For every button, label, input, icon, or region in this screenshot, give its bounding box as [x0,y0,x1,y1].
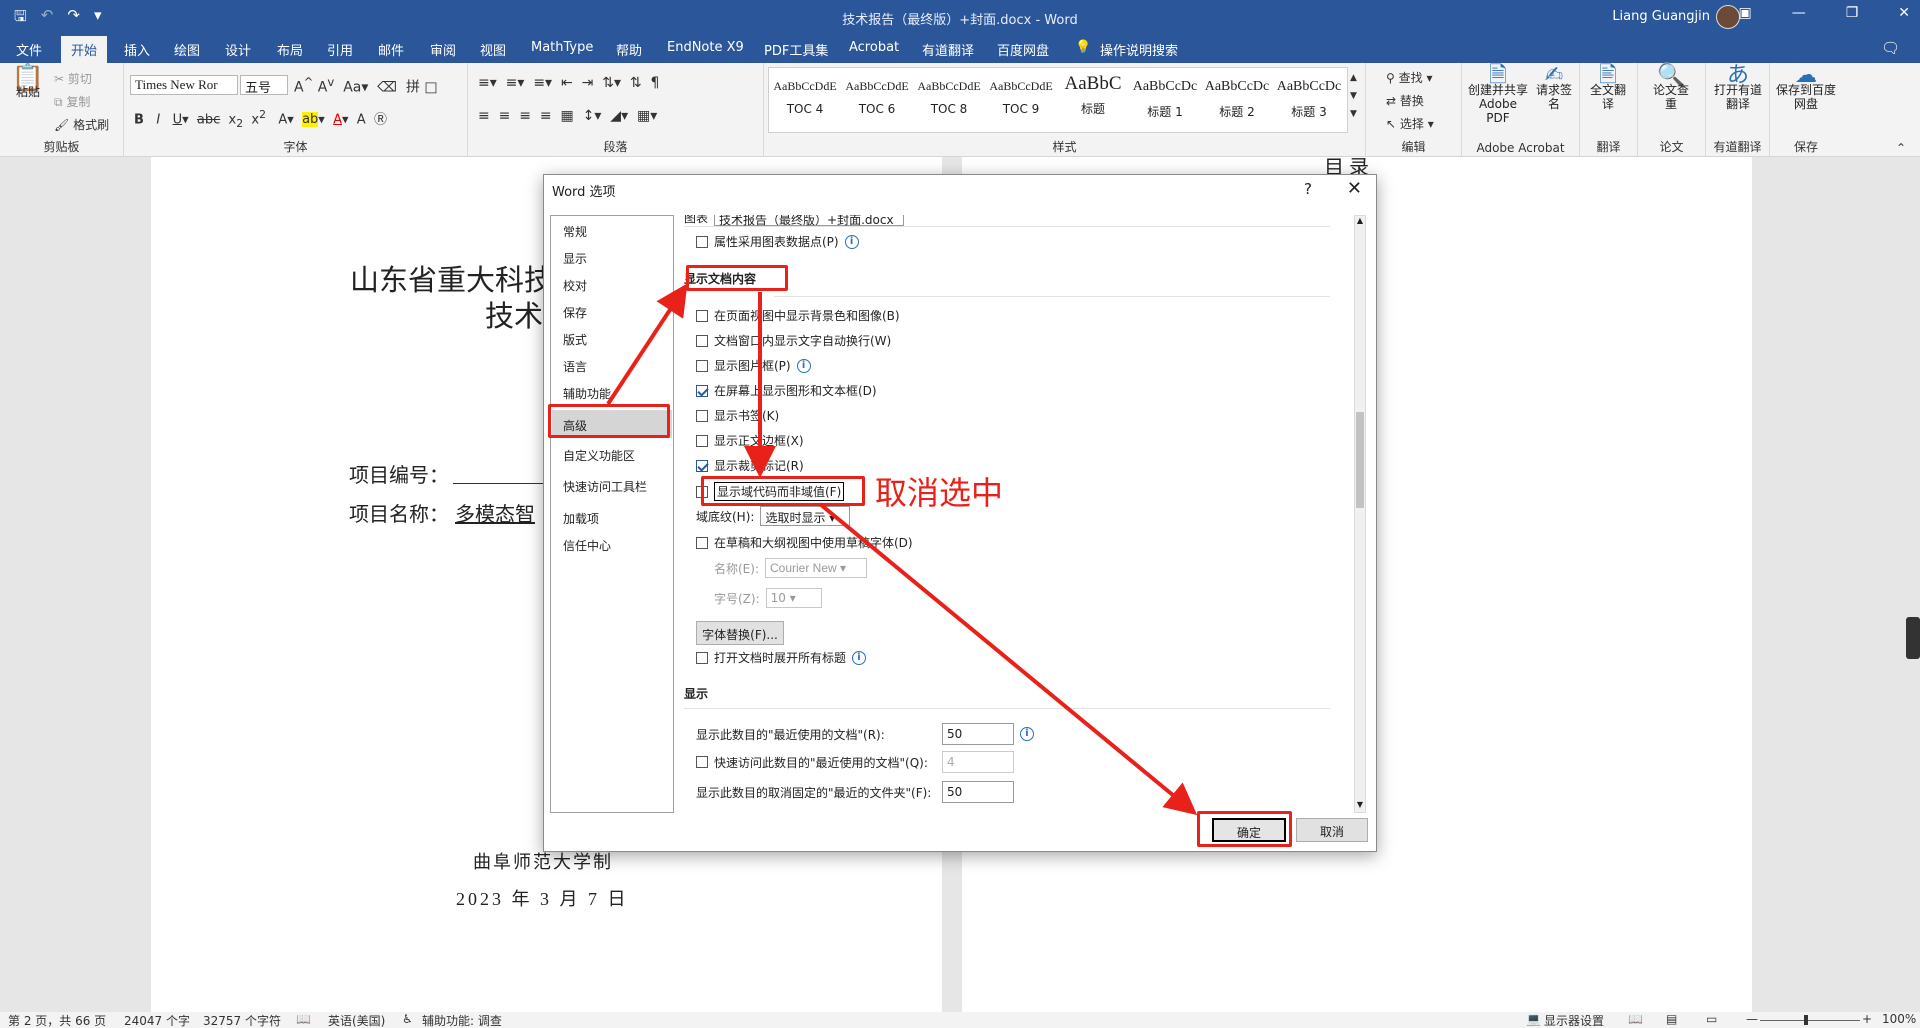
annotation-arrows [606,283,1198,816]
arrow-option-to-ok [818,502,1198,816]
arrow-nav-to-section [606,283,688,406]
